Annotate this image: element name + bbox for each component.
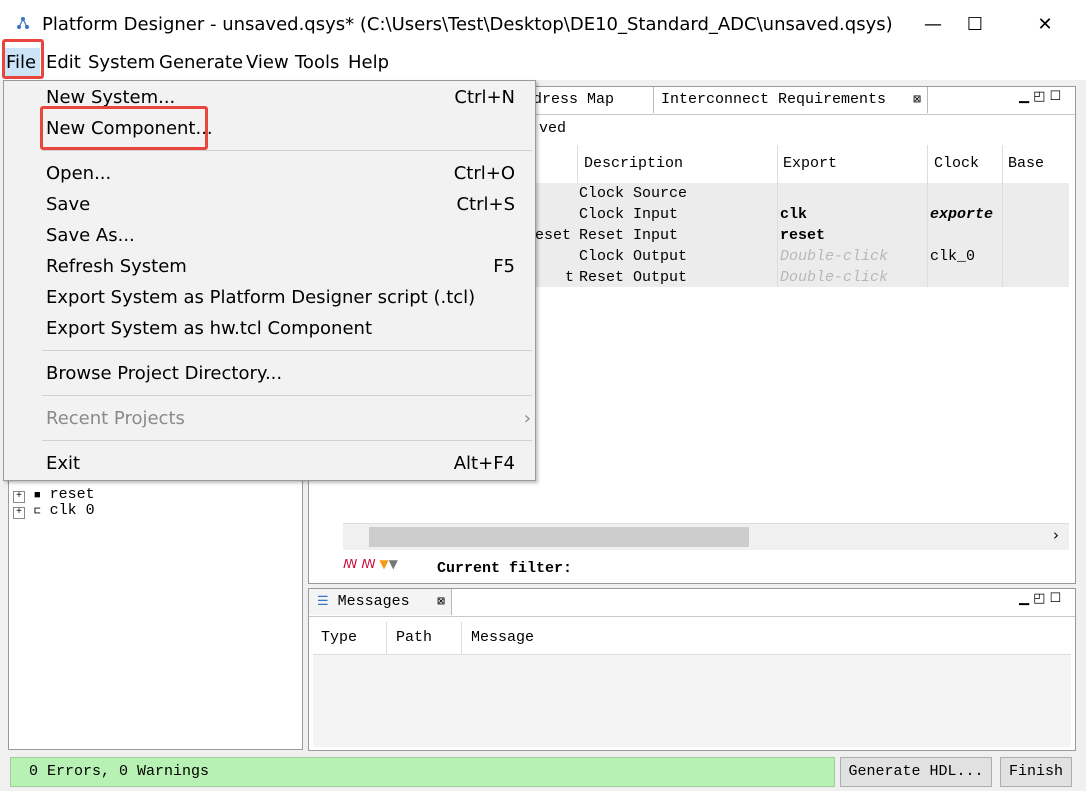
col-type[interactable]: Type [321,629,357,646]
menu-item-exit[interactable]: Exit Alt+F4 [4,449,535,479]
expand-icon[interactable]: + [13,491,25,503]
col-clock[interactable]: Clock [934,155,979,172]
menu-system[interactable]: System [88,52,155,73]
scroll-right-icon[interactable]: › [1053,526,1059,544]
messages-tab-strip: ☰ Messages ⊠ ▁ ◰ ☐ [309,589,1075,617]
messages-panel: ☰ Messages ⊠ ▁ ◰ ☐ Type Path Message [308,588,1076,751]
status-text: 0 Errors, 0 Warnings [29,763,210,780]
menu-edit[interactable]: Edit [46,52,81,73]
menu-item-export-hw-tcl[interactable]: Export System as hw.tcl Component [4,314,535,344]
tab-address-map[interactable]: dress Map [529,87,654,113]
row-description: Clock Output [579,248,688,265]
menu-tools[interactable]: Tools [295,52,339,73]
export-name[interactable]: reset [780,225,825,246]
tree-item[interactable]: + ■ reset [13,487,95,503]
export-placeholder[interactable]: Double-click [780,246,888,267]
reset-port-icon: ■ [34,490,41,502]
messages-header: Type Path Message [313,622,1071,655]
minimize-button[interactable]: — [910,0,956,48]
panel-window-controls-icon[interactable]: ▁ ◰ ☐ [1019,89,1061,104]
system-status-text: ved [539,120,567,137]
title-bar: Platform Designer - unsaved.qsys* (C:\Us… [0,0,1086,48]
platform-designer-icon [17,17,29,29]
status-bar: 0 Errors, 0 Warnings [10,757,835,787]
close-tab-icon[interactable]: ⊠ [913,87,921,113]
menu-item-refresh-system[interactable]: Refresh System F5 [4,252,535,282]
row-description: Clock Source [579,185,688,202]
col-export[interactable]: Export [783,155,837,172]
hierarchy-panel: clk + ■ reset + ⊏ clk 0 [8,464,303,750]
clock-cell[interactable]: clk_0 [930,246,975,267]
horizontal-scrollbar[interactable]: › [343,523,1069,550]
clock-cell[interactable]: exporte [930,204,993,225]
filter-toolbar-icons[interactable]: ꟿ ꟿ ▼▼ [343,557,398,571]
file-dropdown-menu: New System... Ctrl+N New Component... Op… [3,80,536,481]
menu-separator [42,395,532,396]
finish-button[interactable]: Finish [1000,757,1072,787]
close-tab-icon[interactable]: ⊠ [437,589,445,615]
row-description: Clock Input [579,206,679,223]
tab-messages[interactable]: ☰ Messages ⊠ [309,589,452,615]
expand-icon[interactable]: + [13,507,25,519]
col-path[interactable]: Path [396,629,432,646]
row-description: Reset Output [579,269,688,286]
menu-help[interactable]: Help [348,52,389,73]
menu-item-open[interactable]: Open... Ctrl+O [4,159,535,189]
menu-item-save-as[interactable]: Save As... [4,221,535,251]
row-description: Reset Input [579,227,679,244]
messages-icon: ☰ [317,594,329,609]
menu-item-browse-project[interactable]: Browse Project Directory... [4,359,535,389]
menu-view[interactable]: View [246,52,289,73]
messages-body [313,655,1071,747]
menu-separator [42,350,532,351]
generate-hdl-button[interactable]: Generate HDL... [840,757,992,787]
menu-separator [42,440,532,441]
row-name[interactable]: eset [535,225,571,246]
menu-item-recent-projects[interactable]: Recent Projects › [4,404,535,434]
menu-generate[interactable]: Generate [159,52,243,73]
scrollbar-thumb[interactable] [369,527,749,547]
menu-bar: File Edit System Generate View Tools Hel… [0,39,1086,80]
file-menu-highlight-box [2,39,44,79]
col-message[interactable]: Message [471,629,534,646]
export-name[interactable]: clk [780,204,807,225]
current-filter-label: Current filter: [437,560,573,577]
submenu-arrow-icon: › [523,408,531,429]
col-description[interactable]: Description [584,155,683,172]
tab-interconnect-requirements[interactable]: Interconnect Requirements ⊠ [653,87,928,113]
new-component-highlight-box [40,106,208,150]
menu-item-save[interactable]: Save Ctrl+S [4,190,535,220]
menu-separator [42,150,532,151]
col-base[interactable]: Base [1008,155,1044,172]
window-title: Platform Designer - unsaved.qsys* (C:\Us… [42,14,893,35]
menu-item-export-tcl[interactable]: Export System as Platform Designer scrip… [4,283,535,313]
close-button[interactable]: ✕ [1022,0,1068,48]
row-name[interactable]: t [565,267,574,288]
tree-item[interactable]: + ⊏ clk 0 [13,503,95,519]
clock-port-icon: ⊏ [34,506,41,518]
export-placeholder[interactable]: Double-click [780,267,888,288]
maximize-button[interactable]: ☐ [952,0,998,48]
panel-window-controls-icon[interactable]: ▁ ◰ ☐ [1019,591,1061,606]
